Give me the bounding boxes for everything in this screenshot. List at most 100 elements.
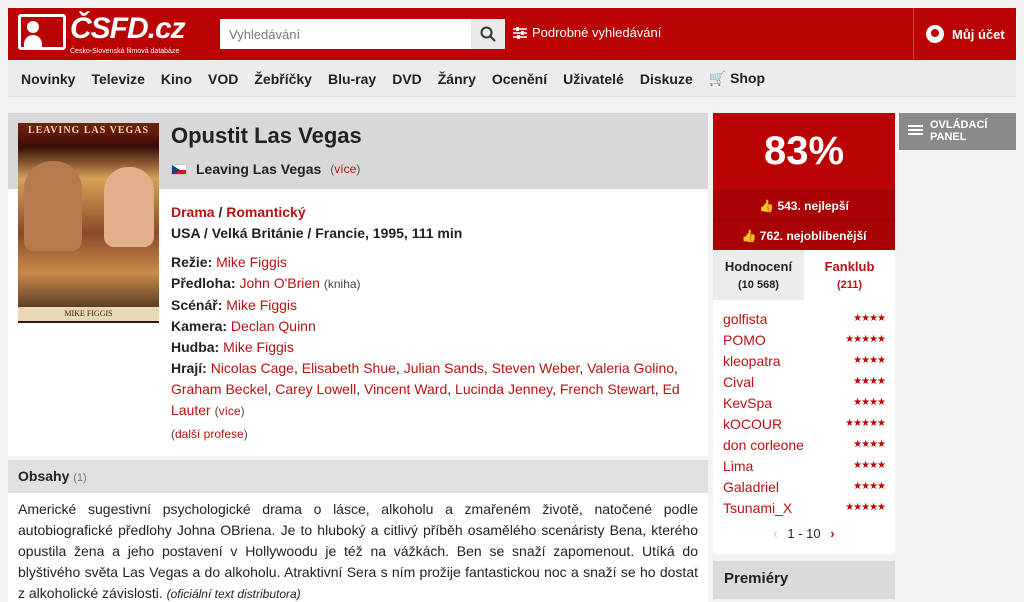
next-page-icon[interactable]: › xyxy=(830,526,834,541)
nav-item-oceneni[interactable]: Ocenění xyxy=(492,71,547,87)
rater-name[interactable]: Tsunami_X xyxy=(723,500,792,516)
rater-name[interactable]: Lima xyxy=(723,458,753,474)
rater-name[interactable]: Galadriel xyxy=(723,479,779,495)
more-cast-link[interactable]: více xyxy=(219,404,241,418)
writer-row: Scénář: Mike Figgis xyxy=(171,295,681,316)
site-logo[interactable]: ČSFD.cz Česko-Slovenská filmová databáze xyxy=(18,12,188,56)
tab-ratings[interactable]: Hodnocení (10 568) xyxy=(713,250,804,300)
premiere-heading[interactable]: Premiéry xyxy=(713,561,895,599)
director-link[interactable]: Mike Figgis xyxy=(216,254,287,270)
source-note: (kniha) xyxy=(323,277,361,291)
rater-name[interactable]: don corleone xyxy=(723,437,804,453)
fav-rank-label: 762. nejoblíbenější xyxy=(759,229,867,243)
account-button[interactable]: Můj účet xyxy=(913,8,1016,60)
control-panel-button[interactable]: OVLÁDACÍ PANEL xyxy=(899,113,1016,150)
source-link[interactable]: John O'Brien xyxy=(239,275,320,291)
poster-title: LEAVING LAS VEGAS xyxy=(27,125,150,136)
top-bar: ČSFD.cz Česko-Slovenská filmová databáze… xyxy=(8,8,1016,60)
logo-subtitle: Česko-Slovenská filmová databáze xyxy=(70,48,180,55)
nav-item-kino[interactable]: Kino xyxy=(161,71,192,87)
rater-name[interactable]: kOCOUR xyxy=(723,416,782,432)
film-origin: USA / Velká Británie / Francie, 1995, 11… xyxy=(171,225,463,241)
star-rating: ★★★★ xyxy=(853,397,886,408)
cast-row: Hrají: Nicolas Cage, Elisabeth Shue, Jul… xyxy=(171,360,680,418)
fav-rank[interactable]: 👍 762. nejoblíbenější xyxy=(713,220,895,250)
plot-text: Americké sugestivní psychologické drama … xyxy=(18,501,698,601)
nav-item-diskuze[interactable]: Diskuze xyxy=(640,71,693,87)
plot-box: Obsahy (1) Americké sugestivní psycholog… xyxy=(8,460,708,602)
rater-name[interactable]: kleopatra xyxy=(723,353,781,369)
cast-link[interactable]: Nicolas Cage xyxy=(211,360,294,376)
nav-item-dvd[interactable]: DVD xyxy=(392,71,422,87)
nav-item-bluray[interactable]: Blu-ray xyxy=(328,71,376,87)
rater-name[interactable]: POMO xyxy=(723,332,766,348)
genre-separator: / xyxy=(214,204,227,220)
plot-content: Americké sugestivní psychologické drama … xyxy=(8,493,708,602)
cast-link[interactable]: Valeria Golino xyxy=(587,360,674,376)
rater-name[interactable]: Cival xyxy=(723,374,754,390)
rating-box: 83% 👍 543. nejlepší 👍 762. nejoblíbenějš… xyxy=(713,113,895,554)
nav-item-zebricky[interactable]: Žebříčky xyxy=(254,71,312,87)
star-rating: ★★★★ xyxy=(853,481,886,492)
writer-link[interactable]: Mike Figgis xyxy=(226,297,297,313)
rater-name[interactable]: golfista xyxy=(723,311,767,327)
nav-item-televize[interactable]: Televize xyxy=(91,71,144,87)
advanced-search-link[interactable]: Podrobné vyhledávání xyxy=(513,25,661,40)
cast-link[interactable]: Carey Lowell xyxy=(275,381,356,397)
cast-link[interactable]: Julian Sands xyxy=(404,360,484,376)
cast-link[interactable]: Steven Weber xyxy=(492,360,580,376)
tab-ratings-count: (10 568) xyxy=(738,279,779,291)
rater-row: kleopatra ★★★★ xyxy=(723,350,886,371)
rating-tabs: Hodnocení (10 568) Fanklub (211) xyxy=(713,250,895,300)
writer-label: Scénář: xyxy=(171,297,223,313)
plot-count: (1) xyxy=(73,472,87,484)
logo-film-icon xyxy=(18,14,66,50)
main-nav: Novinky Televize Kino VOD Žebříčky Blu-r… xyxy=(8,61,1016,97)
cast-link[interactable]: French Stewart xyxy=(560,381,655,397)
other-roles-link[interactable]: další profese xyxy=(175,427,244,441)
nav-item-shop[interactable]: 🛒 Shop xyxy=(709,70,765,87)
more-titles-link[interactable]: více xyxy=(334,162,356,176)
search-button[interactable] xyxy=(471,19,505,49)
poster-figure-left xyxy=(24,161,82,251)
genre-romance[interactable]: Romantický xyxy=(226,204,305,220)
nav-item-zanry[interactable]: Žánry xyxy=(438,71,476,87)
genre-drama[interactable]: Drama xyxy=(171,204,215,220)
rater-row: Cival ★★★★ xyxy=(723,371,886,392)
pager-range: 1 - 10 xyxy=(787,526,821,541)
prev-page-icon[interactable]: ‹ xyxy=(773,526,777,541)
tab-fanclub-label: Fanklub xyxy=(824,259,875,274)
nav-item-novinky[interactable]: Novinky xyxy=(21,71,75,87)
nav-item-uzivatele[interactable]: Uživatelé xyxy=(563,71,624,87)
best-rank[interactable]: 👍 543. nejlepší xyxy=(713,190,895,220)
other-roles: (další profese) xyxy=(171,427,248,441)
film-title: Opustit Las Vegas xyxy=(171,123,362,148)
rater-row: kOCOUR ★★★★★ xyxy=(723,413,886,434)
music-link[interactable]: Mike Figgis xyxy=(223,339,294,355)
rater-row: KevSpa ★★★★ xyxy=(723,392,886,413)
star-rating: ★★★★ xyxy=(853,460,886,471)
advanced-search-label: Podrobné vyhledávání xyxy=(532,25,662,40)
film-poster[interactable]: LEAVING LAS VEGAS MIKE FIGGIS xyxy=(18,123,159,323)
camera-link[interactable]: Declan Quinn xyxy=(231,318,316,334)
cast-link[interactable]: Elisabeth Shue xyxy=(302,360,396,376)
star-rating: ★★★★ xyxy=(853,439,886,450)
thumb-up-icon: 👍 xyxy=(759,199,775,213)
rater-name[interactable]: KevSpa xyxy=(723,395,772,411)
cast-link[interactable]: Lucinda Jenney xyxy=(455,381,552,397)
rater-row: don corleone ★★★★ xyxy=(723,434,886,455)
tab-fanclub[interactable]: Fanklub (211) xyxy=(804,250,895,300)
rater-row: POMO ★★★★★ xyxy=(723,329,886,350)
nav-item-vod[interactable]: VOD xyxy=(208,71,238,87)
source-label: Předloha: xyxy=(171,275,236,291)
tab-fanclub-count: (211) xyxy=(836,279,863,291)
best-rank-label: 543. nejlepší xyxy=(777,199,849,213)
star-rating: ★★★★★ xyxy=(845,502,886,513)
cast-link[interactable]: Vincent Ward xyxy=(364,381,447,397)
film-details: Drama / Romantický USA / Velká Británie … xyxy=(171,202,681,445)
search-input[interactable] xyxy=(220,19,466,49)
poster-figure-right xyxy=(104,167,154,247)
more-cast: (více) xyxy=(214,404,245,418)
cast-link[interactable]: Graham Beckel xyxy=(171,381,267,397)
user-icon xyxy=(926,25,944,43)
